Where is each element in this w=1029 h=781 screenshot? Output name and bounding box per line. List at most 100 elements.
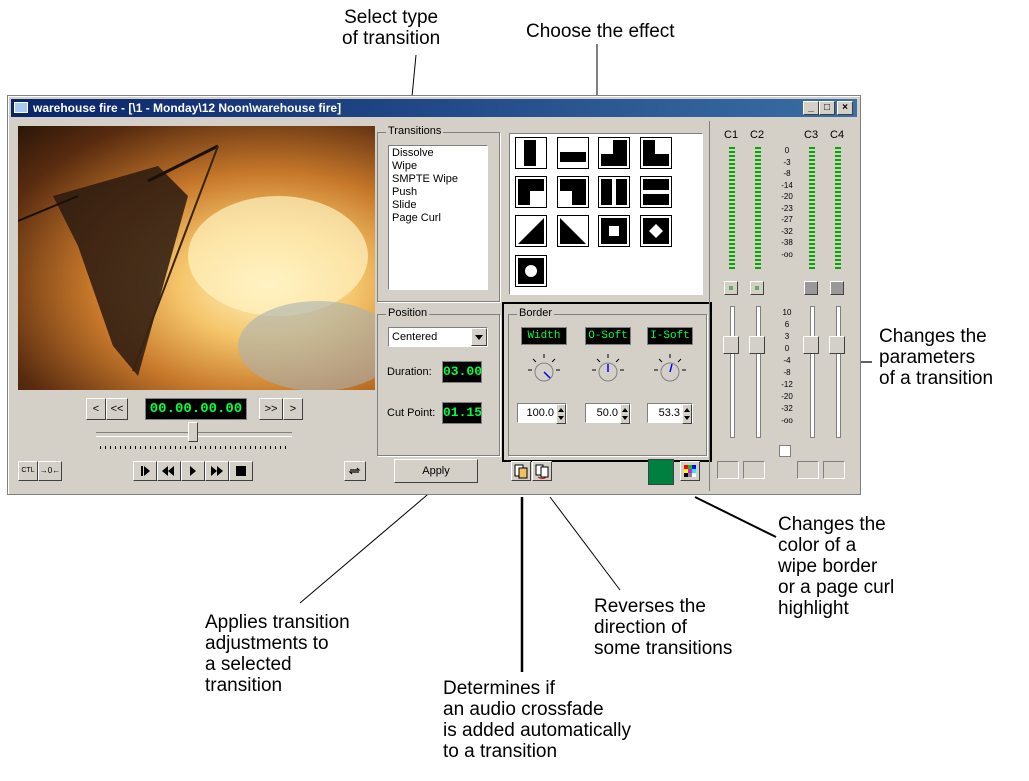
- fader-track-c1[interactable]: [730, 306, 735, 438]
- fader-thumb-c2[interactable]: [749, 336, 765, 354]
- maximize-button[interactable]: □: [819, 101, 835, 115]
- fader-tick: -oo: [781, 416, 793, 425]
- effect-diagonal-tr[interactable]: [515, 215, 547, 247]
- fader-scale: 10 6 3 0 -4 -8 -12 -20 -32 -oo: [776, 307, 798, 427]
- audio-crossfade-button[interactable]: [511, 461, 531, 481]
- video-preview: [17, 126, 398, 391]
- ctl-button[interactable]: CTL: [18, 461, 38, 481]
- loop-button[interactable]: [344, 461, 366, 481]
- effect-corner-bl[interactable]: [640, 137, 672, 169]
- width-label: Width: [521, 327, 567, 345]
- fader-tick: -32: [781, 404, 793, 413]
- play-start-button[interactable]: [133, 461, 157, 481]
- color-picker-button[interactable]: [680, 461, 700, 481]
- fader-tick: -4: [783, 356, 791, 365]
- stop-button[interactable]: [229, 461, 253, 481]
- title-bar[interactable]: warehouse fire - [\1 - Monday\12 Noon\wa…: [11, 99, 857, 117]
- reverse-direction-button[interactable]: [532, 461, 552, 481]
- play-start-icon: [141, 466, 150, 476]
- scrub-slider-thumb[interactable]: [188, 422, 198, 442]
- step-forward-icon: [211, 466, 223, 476]
- next-frame-button[interactable]: >: [283, 398, 303, 420]
- step-forward-button[interactable]: [205, 461, 229, 481]
- osoft-label: O-Soft: [585, 327, 631, 345]
- step-back-button[interactable]: [157, 461, 181, 481]
- effect-corner-tl[interactable]: [515, 176, 547, 208]
- fader-track-c3[interactable]: [810, 306, 815, 438]
- prev-frame-button[interactable]: <: [86, 398, 106, 420]
- width-spinner[interactable]: 100.0: [517, 403, 567, 424]
- channel-c1-toggle[interactable]: [717, 461, 739, 479]
- rewind-button[interactable]: <<: [106, 398, 128, 420]
- channel-label-c1: C1: [724, 129, 739, 141]
- effect-corner-br[interactable]: [598, 137, 630, 169]
- border-label: Border: [517, 307, 555, 319]
- list-item[interactable]: Dissolve: [389, 147, 487, 160]
- isoft-value: 53.3: [658, 407, 680, 419]
- transitions-list[interactable]: Dissolve Wipe SMPTE Wipe Push Slide Page…: [388, 145, 488, 290]
- effect-circle[interactable]: [515, 255, 547, 287]
- list-item[interactable]: Wipe: [389, 160, 487, 173]
- effect-diagonal-tl[interactable]: [557, 215, 589, 247]
- fader-tick: 3: [784, 332, 790, 341]
- isoft-knob-icon[interactable]: [653, 353, 687, 387]
- effect-barn-vertical[interactable]: [598, 176, 630, 208]
- effect-box[interactable]: [598, 215, 630, 247]
- zero-button[interactable]: →0←: [38, 461, 62, 481]
- effect-wipe-left[interactable]: [515, 137, 547, 169]
- scale-tick: 0: [784, 146, 790, 155]
- osoft-knob-icon[interactable]: [591, 353, 625, 387]
- chevron-down-icon[interactable]: [471, 328, 487, 346]
- scrub-ticks: [100, 446, 290, 449]
- osoft-spin-arrows[interactable]: [620, 404, 630, 424]
- channel-c4-solo-button[interactable]: [830, 281, 844, 295]
- width-knob-icon[interactable]: [527, 353, 561, 387]
- channel-c3-toggle[interactable]: [797, 461, 819, 479]
- channel-c1-solo-button[interactable]: [724, 281, 738, 295]
- scale-tick: -27: [781, 215, 793, 224]
- isoft-spinner[interactable]: 53.3: [647, 403, 693, 424]
- width-spin-arrows[interactable]: [556, 404, 566, 424]
- osoft-spinner[interactable]: 50.0: [585, 403, 631, 424]
- effect-diamond[interactable]: [640, 215, 672, 247]
- loop-icon: [348, 467, 361, 475]
- transitions-group: Transitions Dissolve Wipe SMPTE Wipe Pus…: [377, 125, 500, 302]
- isoft-spin-arrows[interactable]: [682, 404, 692, 424]
- channel-label-c3: C3: [804, 129, 819, 141]
- channel-c4-toggle[interactable]: [823, 461, 845, 479]
- channel-c2-solo-button[interactable]: [750, 281, 764, 295]
- fader-track-c4[interactable]: [836, 306, 841, 438]
- effect-corner-tr[interactable]: [557, 176, 589, 208]
- scale-tick: -20: [781, 192, 793, 201]
- duration-label: Duration:: [387, 366, 432, 378]
- scale-tick: -23: [781, 203, 793, 213]
- effect-wipe-bottom[interactable]: [557, 137, 589, 169]
- fader-thumb-c3[interactable]: [803, 336, 819, 354]
- app-icon: [14, 102, 28, 113]
- position-select[interactable]: Centered: [388, 327, 488, 347]
- border-group: Border Width O-Soft I-Soft 100.0 50.0 53…: [508, 307, 707, 456]
- duration-display[interactable]: 03.00: [442, 361, 482, 383]
- cutpoint-label: Cut Point:: [387, 407, 436, 419]
- cutpoint-display[interactable]: 01.15: [442, 402, 482, 424]
- list-item[interactable]: SMPTE Wipe: [389, 173, 487, 186]
- list-item[interactable]: Slide: [389, 199, 487, 212]
- effect-barn-horizontal[interactable]: [640, 176, 672, 208]
- fader-track-c2[interactable]: [756, 306, 761, 438]
- minimize-button[interactable]: _: [803, 101, 819, 115]
- close-button[interactable]: ×: [837, 101, 853, 115]
- border-color-swatch[interactable]: [648, 459, 674, 485]
- fader-tick: 6: [784, 320, 790, 329]
- fast-forward-button[interactable]: >>: [259, 398, 283, 420]
- fader-thumb-c4[interactable]: [829, 336, 845, 354]
- scale-tick: -3: [783, 157, 791, 167]
- list-item[interactable]: Page Curl: [389, 212, 487, 225]
- play-button[interactable]: [181, 461, 205, 481]
- list-item[interactable]: Push: [389, 186, 487, 199]
- fader-thumb-c1[interactable]: [723, 336, 739, 354]
- channel-c3-solo-button[interactable]: [804, 281, 818, 295]
- link-checkbox[interactable]: [779, 445, 791, 457]
- fader-tick: 0: [784, 344, 790, 353]
- apply-button[interactable]: Apply: [394, 459, 478, 483]
- channel-c2-toggle[interactable]: [743, 461, 765, 479]
